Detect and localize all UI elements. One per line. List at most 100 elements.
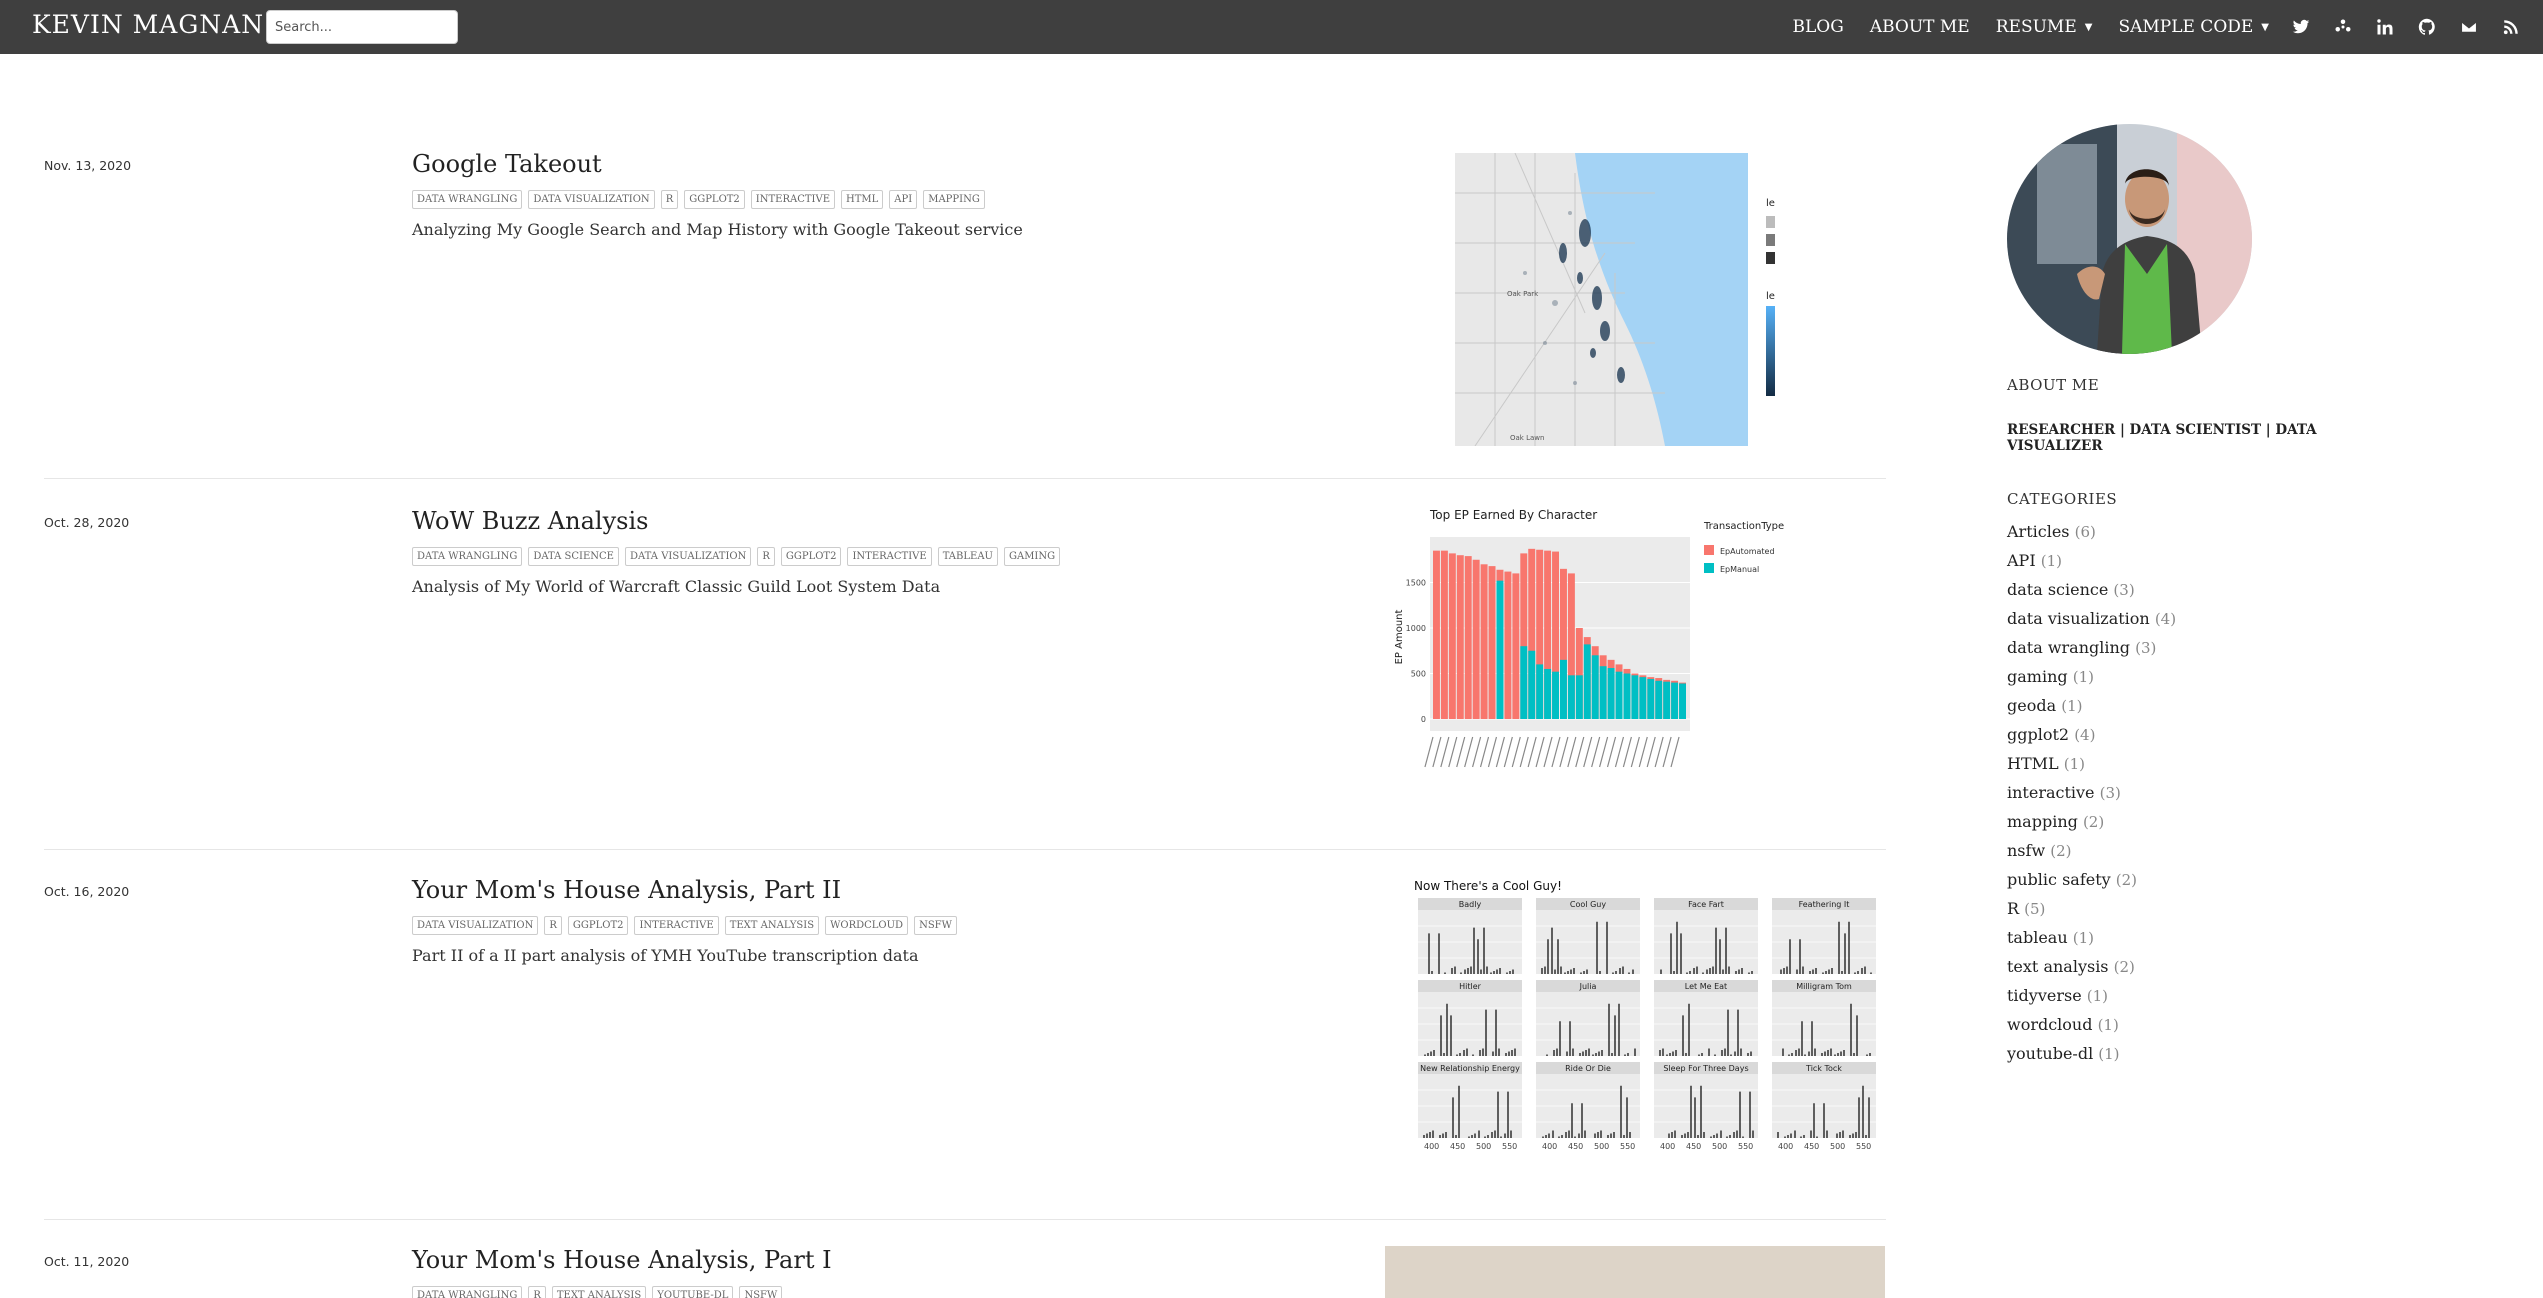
tag[interactable]: GGPLOT2 bbox=[780, 547, 842, 566]
x-tick-label: 550 bbox=[1502, 1142, 1517, 1151]
github-icon[interactable] bbox=[2417, 17, 2437, 37]
tag[interactable]: DATA VISUALIZATION bbox=[528, 190, 655, 209]
post-thumbnail-image[interactable] bbox=[1385, 1246, 1885, 1298]
tag[interactable]: DATA VISUALIZATION bbox=[412, 916, 539, 935]
category-item[interactable]: interactive (3) bbox=[2007, 783, 2407, 812]
facet-panel: Sleep For Three Days 400 450 500 550 bbox=[1654, 1062, 1758, 1151]
post-title[interactable]: Google Takeout bbox=[412, 150, 602, 178]
x-tick-label: 550 bbox=[1856, 1142, 1871, 1151]
tag[interactable]: GGPLOT2 bbox=[684, 190, 745, 209]
site-brand[interactable]: KEVIN MAGNAN bbox=[32, 10, 264, 39]
post-date: Oct. 28, 2020 bbox=[44, 515, 130, 530]
post-date: Nov. 13, 2020 bbox=[44, 158, 132, 173]
kaggle-icon[interactable] bbox=[2333, 17, 2353, 37]
category-item[interactable]: R (5) bbox=[2007, 899, 2407, 928]
x-tick-label-placeholder bbox=[1472, 736, 1482, 768]
y-tick-label: 500 bbox=[1411, 670, 1426, 679]
category-item[interactable]: text analysis (2) bbox=[2007, 957, 2407, 986]
nav-resume-label: RESUME bbox=[1995, 17, 2077, 37]
bar-manual bbox=[1639, 677, 1647, 719]
caret-down-icon: ▼ bbox=[2084, 21, 2093, 33]
category-item[interactable]: API (1) bbox=[2007, 551, 2407, 580]
category-item[interactable]: data visualization (4) bbox=[2007, 609, 2407, 638]
category-item[interactable]: ggplot2 (4) bbox=[2007, 725, 2407, 754]
category-count: (3) bbox=[2135, 639, 2157, 657]
category-item[interactable]: youtube-dl (1) bbox=[2007, 1044, 2407, 1073]
category-item[interactable]: tidyverse (1) bbox=[2007, 986, 2407, 1015]
category-item[interactable]: Articles (6) bbox=[2007, 522, 2407, 551]
tag[interactable]: TABLEAU bbox=[937, 547, 998, 566]
x-tick-label-placeholder bbox=[1670, 736, 1680, 768]
tag[interactable]: DATA SCIENCE bbox=[528, 547, 619, 566]
x-tick-label-placeholder bbox=[1448, 736, 1458, 768]
tag[interactable]: API bbox=[889, 190, 918, 209]
category-item[interactable]: public safety (2) bbox=[2007, 870, 2407, 899]
category-name: mapping bbox=[2007, 812, 2078, 831]
about-heading: ABOUT ME bbox=[2007, 376, 2100, 394]
bar-automated bbox=[1512, 573, 1520, 719]
twitter-icon[interactable] bbox=[2291, 17, 2311, 37]
category-item[interactable]: geoda (1) bbox=[2007, 696, 2407, 725]
tag[interactable]: HTML bbox=[841, 190, 884, 209]
facet-panel: Face Fart bbox=[1654, 898, 1758, 974]
post-thumbnail-map[interactable]: Oak Park Oak Lawn level 2000 4000 6000 l… bbox=[1455, 153, 1775, 446]
tag[interactable]: GGPLOT2 bbox=[567, 916, 629, 935]
category-item[interactable]: data science (3) bbox=[2007, 580, 2407, 609]
nav-resume-dropdown[interactable]: RESUME ▼ bbox=[1996, 17, 2093, 37]
avatar bbox=[2007, 124, 2252, 354]
post-date: Oct. 16, 2020 bbox=[44, 884, 130, 899]
tag[interactable]: R bbox=[544, 916, 562, 935]
x-tick-label: 400 bbox=[1778, 1142, 1793, 1151]
tag[interactable]: INTERACTIVE bbox=[750, 190, 836, 209]
tag[interactable]: DATA WRANGLING bbox=[412, 1286, 523, 1298]
tag[interactable]: NSFW bbox=[739, 1286, 783, 1298]
tag[interactable]: GAMING bbox=[1003, 547, 1061, 566]
category-item[interactable]: tableau (1) bbox=[2007, 928, 2407, 957]
tag[interactable]: TEXT ANALYSIS bbox=[551, 1286, 647, 1298]
facet-label: Tick Tock bbox=[1805, 1064, 1842, 1073]
category-item[interactable]: mapping (2) bbox=[2007, 812, 2407, 841]
facet-label: Ride Or Die bbox=[1565, 1064, 1611, 1073]
bar-manual bbox=[1599, 666, 1607, 719]
x-tick-label-placeholder bbox=[1599, 736, 1609, 768]
post-thumbnail-bar-chart[interactable]: Top EP Earned By Character EP Amount 0 50… bbox=[1384, 507, 1884, 797]
tag[interactable]: DATA WRANGLING bbox=[412, 547, 523, 566]
tag[interactable]: INTERACTIVE bbox=[634, 916, 719, 935]
nav-about-link[interactable]: ABOUT ME bbox=[1870, 17, 1970, 37]
post-thumbnail-facet-chart[interactable]: Now There's a Cool Guy! Badly Cool Guy Fac… bbox=[1404, 878, 1884, 1178]
category-item[interactable]: data wrangling (3) bbox=[2007, 638, 2407, 667]
linkedin-icon[interactable] bbox=[2375, 17, 2395, 37]
category-item[interactable]: HTML (1) bbox=[2007, 754, 2407, 783]
rss-icon[interactable] bbox=[2501, 17, 2521, 37]
nav-sample-code-dropdown[interactable]: SAMPLE CODE ▼ bbox=[2118, 17, 2269, 37]
email-icon[interactable] bbox=[2459, 17, 2479, 37]
bar-manual bbox=[1679, 683, 1686, 719]
tag[interactable]: INTERACTIVE bbox=[847, 547, 932, 566]
tag[interactable]: WORDCLOUD bbox=[825, 916, 909, 935]
category-item[interactable]: gaming (1) bbox=[2007, 667, 2407, 696]
bar-manual bbox=[1560, 659, 1567, 719]
tag[interactable]: TEXT ANALYSIS bbox=[724, 916, 820, 935]
category-item[interactable]: wordcloud (1) bbox=[2007, 1015, 2407, 1044]
facet-panel: New Relationship Energy 400 450 500 550 bbox=[1418, 1062, 1522, 1151]
tag[interactable]: DATA VISUALIZATION bbox=[624, 547, 752, 566]
post-title[interactable]: Your Mom's House Analysis, Part I bbox=[412, 1246, 832, 1274]
tag[interactable]: MAPPING bbox=[923, 190, 985, 209]
category-name: ggplot2 bbox=[2007, 725, 2070, 744]
tag[interactable]: R bbox=[528, 1286, 546, 1298]
x-tick-label-placeholder bbox=[1551, 736, 1561, 768]
post-title[interactable]: Your Mom's House Analysis, Part II bbox=[412, 876, 841, 904]
tag[interactable]: YOUTUBE-DL bbox=[652, 1286, 734, 1298]
category-item[interactable]: nsfw (2) bbox=[2007, 841, 2407, 870]
tag[interactable]: DATA WRANGLING bbox=[412, 190, 523, 209]
tag[interactable]: R bbox=[757, 547, 775, 566]
facet-label: Feathering It bbox=[1799, 900, 1850, 909]
post-item: Oct. 28, 2020 WoW Buzz Analysis DATA WRA… bbox=[44, 507, 1886, 827]
category-count: (2) bbox=[2113, 958, 2135, 976]
tag[interactable]: NSFW bbox=[914, 916, 957, 935]
search-input[interactable] bbox=[266, 10, 458, 44]
x-tick-label-placeholder bbox=[1614, 736, 1625, 768]
post-title[interactable]: WoW Buzz Analysis bbox=[412, 507, 648, 535]
tag[interactable]: R bbox=[660, 190, 679, 209]
nav-blog-link[interactable]: BLOG bbox=[1793, 17, 1844, 37]
